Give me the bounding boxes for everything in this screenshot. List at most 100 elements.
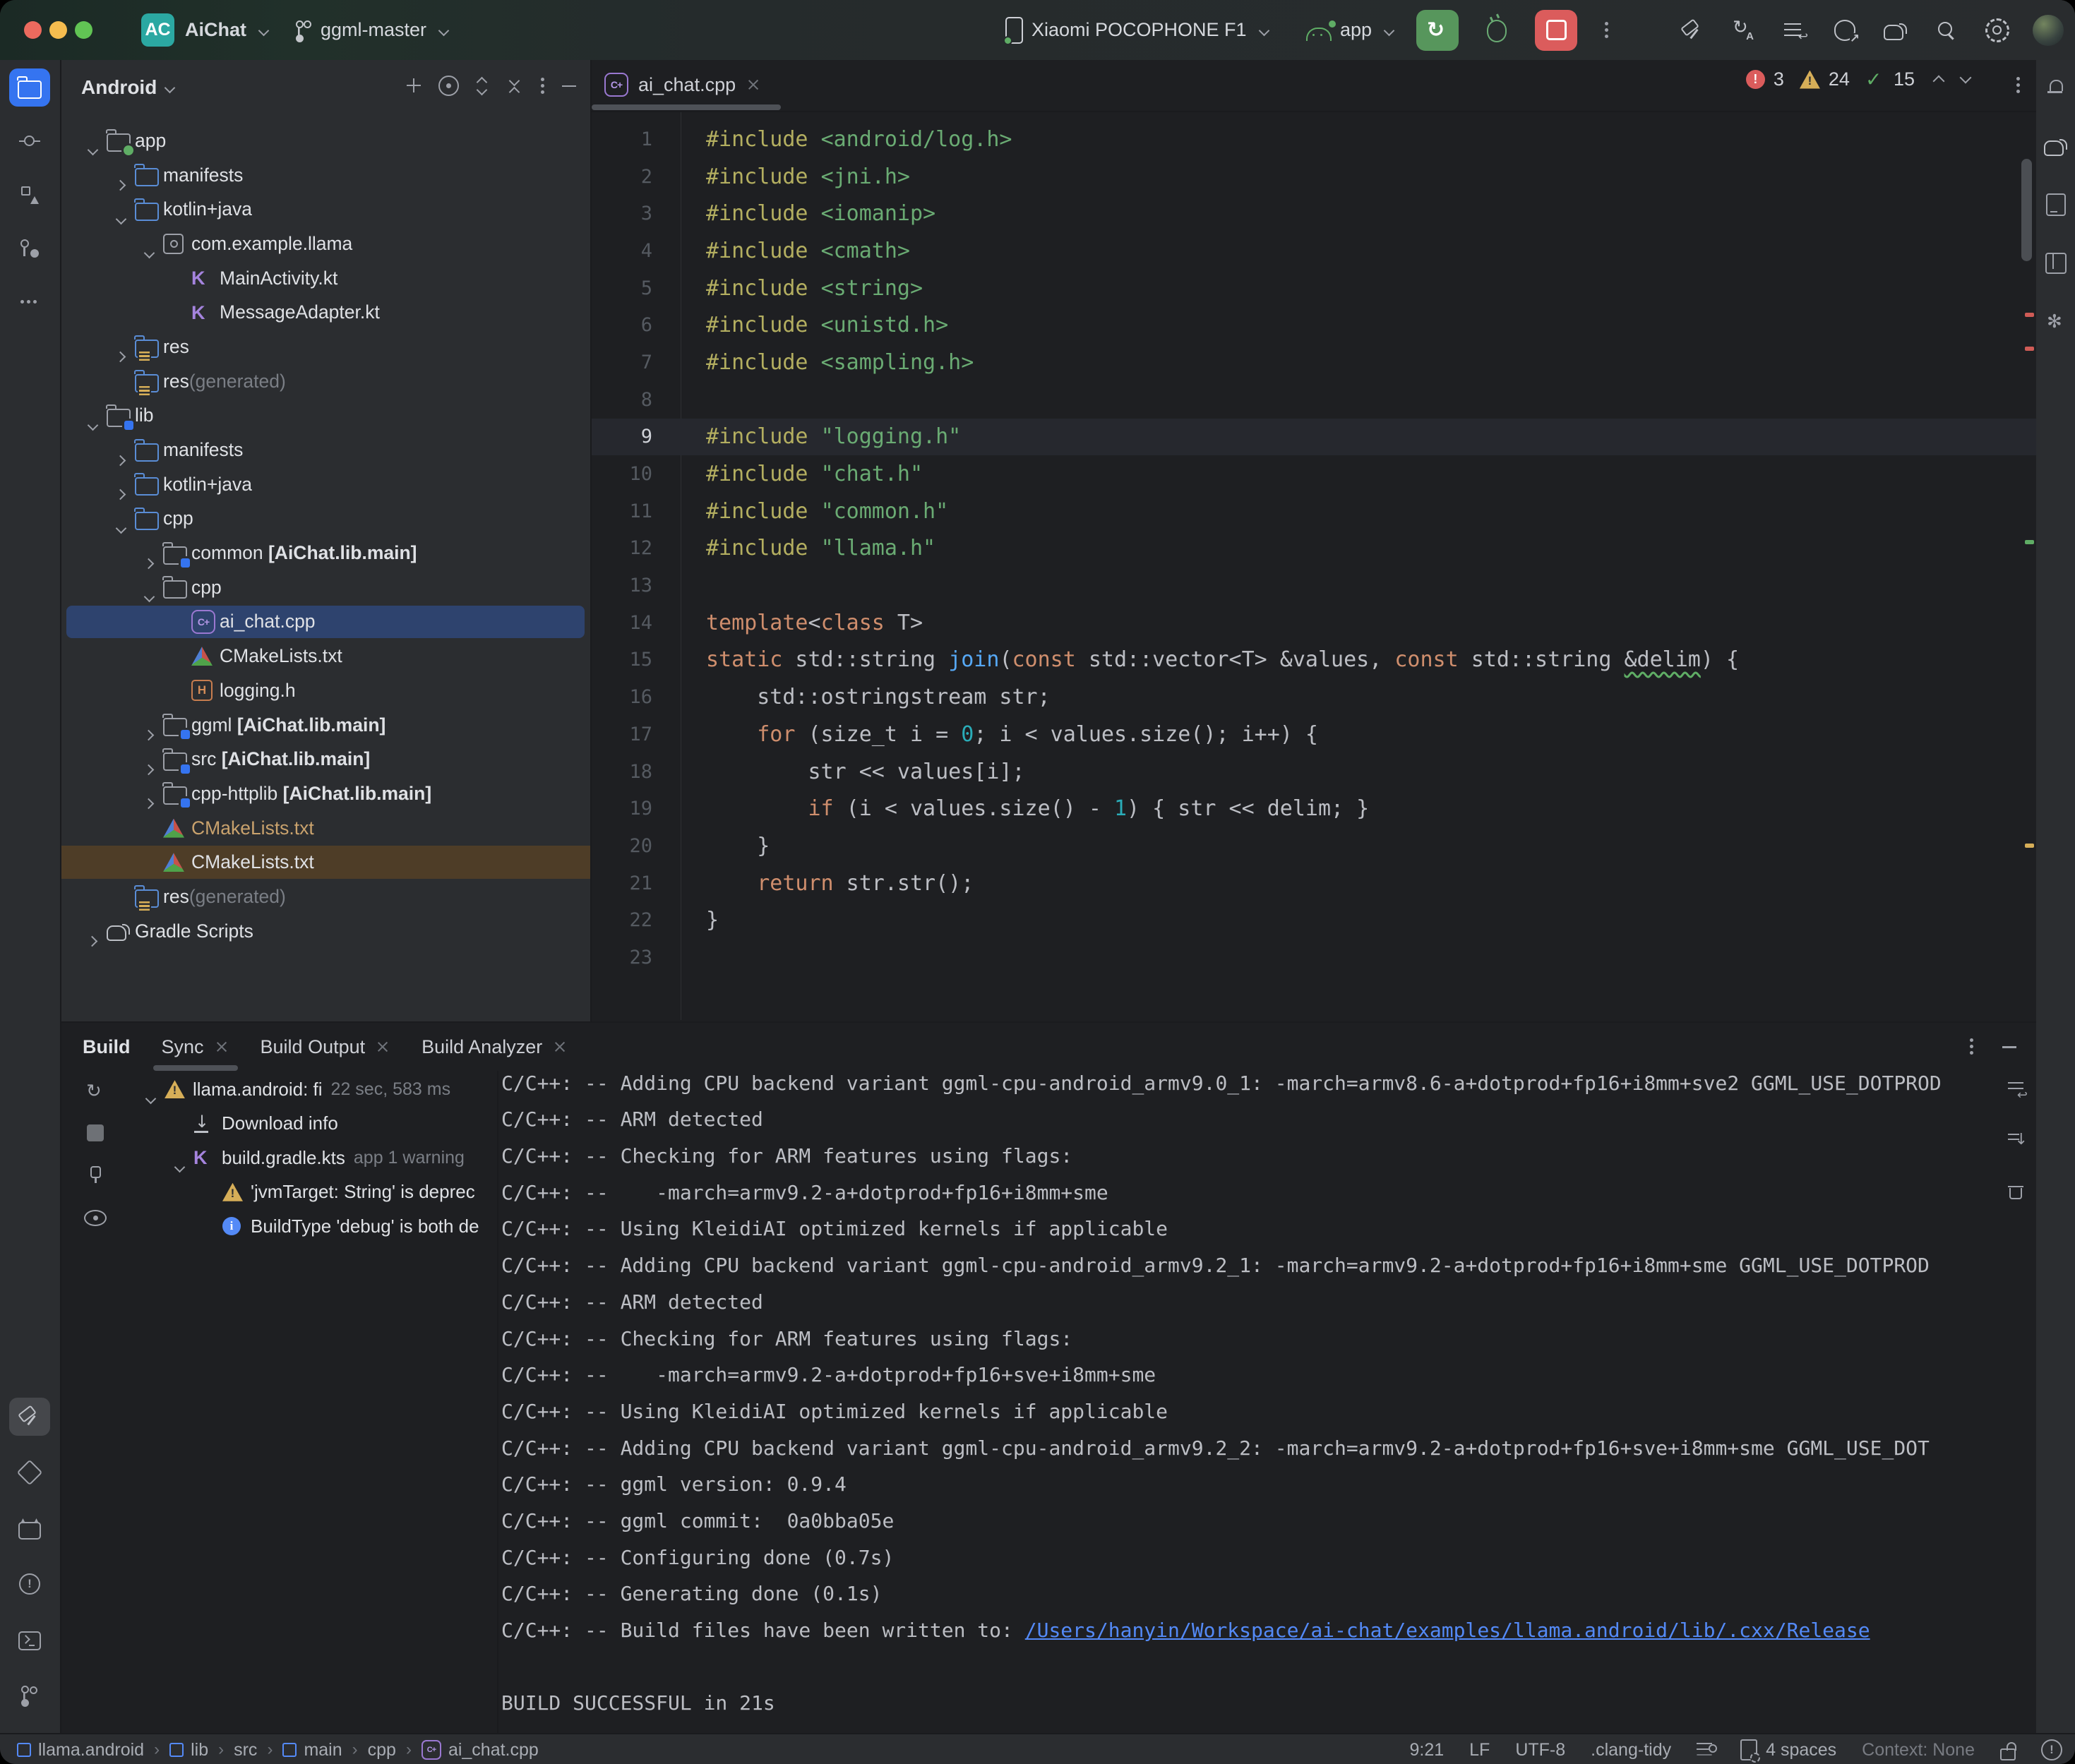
breadcrumb-item[interactable]: src	[234, 1740, 257, 1760]
tree-item-res[interactable]: res	[61, 330, 590, 364]
stripe-button-terminal[interactable]	[9, 1621, 50, 1659]
stripe-button-gradle-elephant[interactable]	[2038, 127, 2074, 165]
build-tree-item[interactable]: Download info	[118, 1107, 496, 1141]
build-tree-item[interactable]: llama.android: fi22 sec, 583 ms	[118, 1072, 496, 1107]
stripe-button-device-explorer[interactable]	[2038, 186, 2074, 224]
code-line-14[interactable]: 14template<class T>	[592, 604, 2036, 642]
tree-item-com-example-llama[interactable]: com.example.llama	[61, 227, 590, 261]
warning-stripe-mark[interactable]	[2025, 844, 2034, 848]
inspection-widget[interactable]: 3 24 15	[1746, 68, 1975, 90]
tree-item-src[interactable]: src [AiChat.lib.main]	[61, 742, 590, 776]
build-tree-item[interactable]: BuildType 'debug' is both de	[118, 1209, 496, 1244]
stripe-button-project-folder[interactable]	[9, 68, 50, 107]
run-config-selector[interactable]: app	[1306, 0, 1399, 60]
status-context[interactable]: Context: None	[1862, 1740, 1975, 1760]
sync-a-button[interactable]	[1728, 11, 1759, 50]
profiler-button[interactable]	[1778, 11, 1810, 50]
code-line-16[interactable]: 16 std::ostringstream str;	[592, 678, 2036, 716]
settings-button[interactable]	[1982, 11, 2013, 50]
gradle-elephant-button[interactable]	[1880, 11, 1911, 50]
rerun-button[interactable]	[1416, 10, 1459, 51]
code-line-22[interactable]: 22}	[592, 901, 2036, 939]
tree-item-cmakelists-txt[interactable]: CMakeLists.txt	[61, 811, 590, 846]
project-selector[interactable]: AiChat	[185, 0, 273, 60]
breadcrumb-item[interactable]: ai_chat.cpp	[421, 1740, 539, 1760]
build-tree-item[interactable]: 'jvmTarget: String' is deprec	[118, 1175, 496, 1210]
plus-button[interactable]	[405, 77, 423, 99]
code-line-7[interactable]: 7#include <sampling.h>	[592, 344, 2036, 381]
stripe-button-diamond[interactable]	[9, 1453, 50, 1492]
pin-button[interactable]	[87, 1165, 104, 1187]
code-line-10[interactable]: 10#include "chat.h"	[592, 455, 2036, 493]
tree-item-cpp[interactable]: cpp	[61, 502, 590, 536]
stripe-button-commit[interactable]	[9, 122, 50, 160]
editor-options-icon[interactable]	[2015, 76, 2021, 95]
code-line-11[interactable]: 11#include "common.h"	[592, 493, 2036, 530]
tree-item-cmakelists-txt[interactable]: CMakeLists.txt	[61, 845, 590, 880]
build-console[interactable]: C/C++: -- Using KleidiAI optimized kerne…	[501, 1028, 1992, 1733]
tree-item-manifests[interactable]: manifests	[61, 158, 590, 193]
code-line-6[interactable]: 6#include <unistd.h>	[592, 306, 2036, 344]
more-run-actions-button[interactable]	[1596, 11, 1617, 50]
code-line-15[interactable]: 15static std::string join(const std::vec…	[592, 642, 2036, 679]
tree-item-kotlin-java[interactable]: kotlin+java	[61, 192, 590, 227]
debug-attach-button[interactable]	[1829, 11, 1860, 50]
code-line-20[interactable]: 20 }	[592, 827, 2036, 865]
tree-item-cpp[interactable]: cpp	[61, 570, 590, 605]
previous-problem-button[interactable]	[1930, 71, 1949, 89]
stripe-button-bell[interactable]	[2038, 68, 2074, 107]
tree-item-common[interactable]: common [AiChat.lib.main]	[61, 536, 590, 570]
status-encoding[interactable]: UTF-8	[1515, 1740, 1565, 1760]
stripe-button-pull-requests[interactable]	[9, 229, 50, 268]
stop-button[interactable]	[1535, 10, 1577, 51]
close-tab-icon[interactable]	[375, 1039, 390, 1055]
target-button[interactable]	[438, 76, 459, 100]
code-line-4[interactable]: 4#include <cmath>	[592, 232, 2036, 270]
minimize-window-button[interactable]	[49, 21, 67, 39]
stripe-button-logcat[interactable]	[9, 1509, 50, 1547]
status-caret-position[interactable]: 9:21	[1409, 1740, 1444, 1760]
tree-item-ai-chat-cpp[interactable]: ai_chat.cpp	[61, 605, 590, 640]
code-line-17[interactable]: 17 for (size_t i = 0; i < values.size();…	[592, 716, 2036, 753]
status-clang-tidy[interactable]: .clang-tidy	[1591, 1740, 1671, 1760]
code-line-3[interactable]: 3#include <iomanip>	[592, 195, 2036, 232]
stripe-button-ai-assistant[interactable]	[2038, 303, 2074, 341]
search-button[interactable]	[1931, 11, 1962, 50]
code-line-9[interactable]: 9#include "logging.h"	[592, 419, 2036, 456]
tree-item-gradle-scripts[interactable]: Gradle Scripts	[61, 914, 590, 949]
close-tab-icon[interactable]	[746, 77, 761, 92]
zoom-window-button[interactable]	[75, 21, 92, 39]
minimize-button[interactable]	[561, 78, 578, 98]
code-line-12[interactable]: 12#include "llama.h"	[592, 530, 2036, 568]
close-tab-icon[interactable]	[214, 1039, 229, 1055]
hide-build-window-icon[interactable]	[2001, 1038, 2018, 1055]
console-link[interactable]: /Users/hanyin/Workspace/ai-chat/examples…	[1025, 1619, 1870, 1642]
tree-item-mainactivity-kt[interactable]: MainActivity.kt	[61, 261, 590, 296]
code-line-19[interactable]: 19 if (i < values.size() - 1) { str << d…	[592, 790, 2036, 827]
status-indent-config[interactable]: 4 spaces	[1740, 1739, 1836, 1760]
code-area[interactable]: 1#include <android/log.h>2#include <jni.…	[592, 112, 2036, 1020]
tab-sync[interactable]: Sync	[162, 1023, 229, 1071]
breadcrumb-item[interactable]: cpp	[368, 1740, 396, 1760]
breadcrumb-item[interactable]: llama.android	[17, 1740, 144, 1760]
code-line-1[interactable]: 1#include <android/log.h>	[592, 121, 2036, 158]
project-view-selector[interactable]: Android	[81, 76, 157, 99]
stripe-button-problems[interactable]	[9, 1565, 50, 1603]
editor-scrollbar[interactable]	[2021, 159, 2032, 261]
tree-item-ggml[interactable]: ggml [AiChat.lib.main]	[61, 708, 590, 743]
breadcrumb-item[interactable]: main	[282, 1740, 342, 1760]
next-problem-button[interactable]	[1957, 71, 1975, 89]
code-line-8[interactable]: 8	[592, 381, 2036, 419]
collapse-all-button[interactable]	[507, 76, 524, 100]
close-tab-icon[interactable]	[552, 1039, 568, 1055]
trash-button[interactable]	[2008, 1184, 2026, 1204]
scroll-end-button[interactable]	[2008, 1132, 2026, 1153]
expand-all-button[interactable]	[474, 76, 491, 100]
stop-square-button[interactable]	[86, 1124, 104, 1146]
code-line-23[interactable]: 23	[592, 939, 2036, 976]
device-selector[interactable]: Xiaomi POCOPHONE F1	[1005, 0, 1274, 60]
stripe-button-more-dots[interactable]	[9, 283, 50, 321]
code-line-21[interactable]: 21 return str.str();	[592, 865, 2036, 902]
branch-selector[interactable]: ggml-master	[295, 0, 453, 60]
stripe-button-layout-inspector[interactable]	[2038, 244, 2074, 282]
